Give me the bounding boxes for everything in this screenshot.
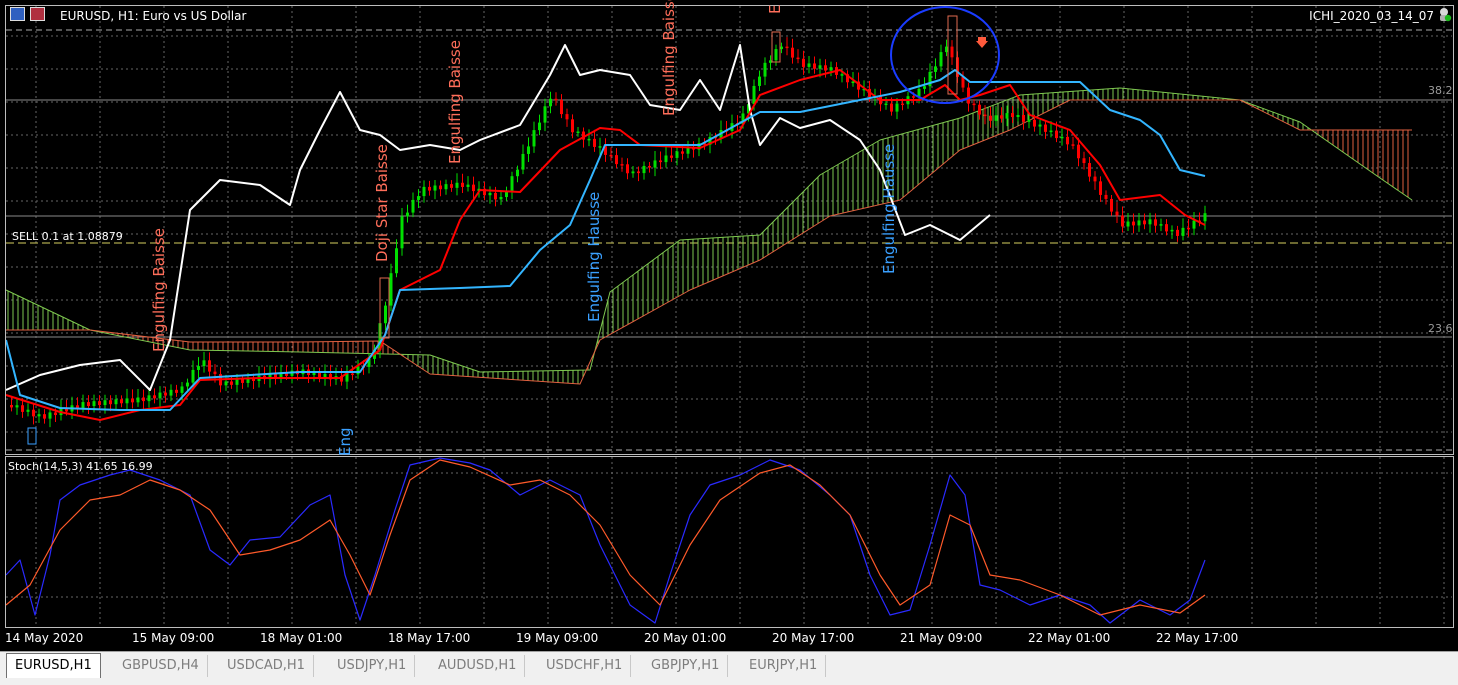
sub-chart-frame (5, 456, 1454, 628)
time-label: 22 May 17:00 (1156, 631, 1239, 645)
pattern-label: Engulfing Hausse (880, 143, 898, 274)
time-label: 21 May 09:00 (900, 631, 983, 645)
chart-window-icon[interactable] (10, 7, 25, 21)
tab-gbpusd-h4[interactable]: GBPUSD,H4 (114, 655, 208, 677)
chart-window-icon-2[interactable] (30, 7, 45, 21)
fib-level-382-label: 38.2 (1428, 84, 1453, 97)
pattern-label: Eng (336, 427, 354, 456)
time-label: 18 May 17:00 (388, 631, 471, 645)
time-axis: 14 May 2020 15 May 09:00 18 May 01:00 18… (0, 628, 1458, 648)
main-chart-frame (5, 5, 1454, 455)
pattern-label: Engulfing Baisse (660, 0, 678, 116)
sell-order-label[interactable]: SELL 0.1 at 1.08879 (12, 230, 123, 243)
expert-advisor-icon[interactable] (1436, 6, 1452, 22)
pattern-label: Engulfing Baisse (446, 40, 464, 164)
tab-eurjpy-h1[interactable]: EURJPY,H1 (741, 655, 827, 677)
pattern-label: E (766, 4, 784, 14)
time-label: 15 May 09:00 (132, 631, 215, 645)
time-label: 20 May 01:00 (644, 631, 727, 645)
expert-advisor-name: ICHI_2020_03_14_07 (1309, 9, 1434, 23)
tab-usdcad-h1[interactable]: USDCAD,H1 (219, 655, 314, 677)
pattern-label: Engulfing Hausse (585, 191, 603, 322)
tab-usdchf-h1[interactable]: USDCHF,H1 (538, 655, 632, 677)
time-label: 14 May 2020 (5, 631, 84, 645)
time-label: 20 May 17:00 (772, 631, 855, 645)
time-label: 18 May 01:00 (260, 631, 343, 645)
tab-eurusd-h1[interactable]: EURUSD,H1 (6, 653, 101, 678)
pattern-label: Doji Star Baisse (373, 144, 391, 262)
symbol-tab-bar: EURUSD,H1 GBPUSD,H4 USDCAD,H1 USDJPY,H1 … (0, 651, 1458, 685)
time-label: 19 May 09:00 (516, 631, 599, 645)
pattern-label: Engulfing Baisse (150, 228, 168, 352)
chart-title: EURUSD, H1: Euro vs US Dollar (60, 9, 247, 23)
tab-gbpjpy-h1[interactable]: GBPJPY,H1 (643, 655, 729, 677)
fib-level-236-label: 23.6 (1428, 322, 1453, 335)
tab-usdjpy-h1[interactable]: USDJPY,H1 (329, 655, 416, 677)
stochastic-label: Stoch(14,5,3) 41.65 16.99 (8, 460, 153, 473)
tab-audusd-h1[interactable]: AUDUSD,H1 (430, 655, 526, 677)
time-label: 22 May 01:00 (1028, 631, 1111, 645)
